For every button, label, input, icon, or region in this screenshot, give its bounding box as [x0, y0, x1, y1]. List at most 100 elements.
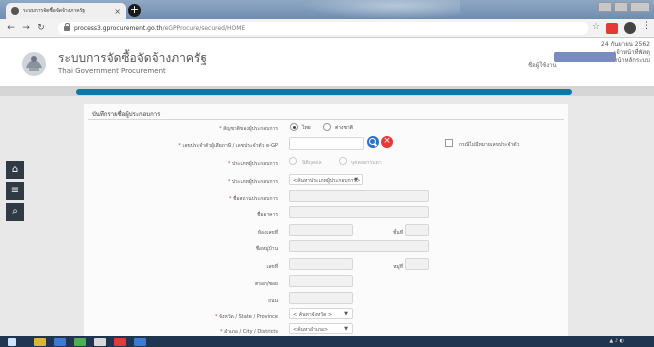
nationality-foreign-label: ต่างชาติ — [335, 125, 353, 131]
nationality-thai-radio[interactable] — [290, 123, 298, 131]
maximize-button[interactable] — [614, 2, 628, 12]
os-taskbar: ▲ ♪ ◐ — [0, 336, 654, 347]
forward-arrow-icon[interactable]: → — [22, 23, 30, 33]
no-taxid-label: กรณีไม่มีหมายเลขประจำตัว — [459, 142, 520, 148]
home-icon: ⌂ — [11, 164, 19, 175]
floor-input[interactable] — [405, 224, 429, 236]
clear-taxid-button[interactable]: × — [381, 136, 393, 148]
building-input[interactable] — [289, 206, 429, 218]
chevron-down-icon: ▼ — [344, 311, 348, 317]
search-button[interactable]: ⌕ — [6, 203, 24, 221]
minimize-button[interactable] — [598, 2, 612, 12]
browser-menu-icon[interactable]: ⋮ — [642, 21, 651, 31]
header-username-label: ชื่อผู้ใช้งาน — [528, 62, 557, 69]
province-select[interactable]: < ค้นหาจังหวัด > ▼ — [289, 308, 353, 319]
browser-toolbar: ← → ↻ process3.gprocurement.go.th/eGPPro… — [0, 19, 654, 38]
business-name-label-text: ชื่อสถานประกอบการ — [233, 196, 278, 202]
taskbar-app-icon[interactable] — [34, 338, 46, 346]
business-name-label: * ชื่อสถานประกอบการ — [228, 196, 278, 202]
header-accent-bar — [76, 89, 572, 95]
address-url: process3.gprocurement.go.th/eGPProcure/s… — [74, 25, 245, 32]
nationality-thai-label: ไทย — [302, 125, 311, 131]
site-favicon-icon — [11, 7, 19, 15]
taskbar-app-icon[interactable] — [134, 338, 146, 346]
moo-input[interactable] — [405, 258, 429, 270]
province-label: * จังหวัด / State / Province — [214, 314, 278, 320]
url-host: process3.gprocurement.go.th — [74, 25, 163, 32]
business-name-input[interactable] — [289, 190, 429, 202]
browser-tab-title: ระบบการจัดซื้อจัดจ้างภาครัฐ — [23, 8, 86, 14]
district-select-value: <ค้นหาอำเภอ> — [293, 327, 329, 333]
juristic-person-label: นิติบุคคล — [302, 160, 322, 166]
building-label: ชื่ออาคาร — [256, 212, 278, 218]
site-subtitle: Thai Government Procurement — [58, 67, 166, 75]
bookmark-star-icon[interactable]: ☆ — [592, 22, 600, 32]
nationality-foreign-radio[interactable] — [323, 123, 331, 131]
extension-icon[interactable] — [606, 23, 618, 34]
person-type-label-text: ประเภทผู้ประกอบการ — [231, 161, 278, 167]
district-label-text: อำเภอ / City / Districts — [224, 329, 278, 335]
chevron-down-icon: ▼ — [344, 326, 348, 332]
address-number-label: เลขที่ — [266, 264, 279, 270]
taskbar-app-icon[interactable] — [94, 338, 106, 346]
system-tray-icons[interactable]: ▲ ♪ ◐ — [609, 338, 624, 344]
address-number-input[interactable] — [289, 258, 353, 270]
close-window-button[interactable] — [630, 2, 650, 12]
room-number-label: ห้องเลขที่ — [257, 230, 278, 236]
vendor-type-select-value: <ค้นหาประเภทผู้ประกอบการ> — [293, 178, 361, 184]
header-date: 24 กันยายน 2562 — [601, 41, 650, 48]
nationality-label-text: สัญชาติของผู้ประกอบการ — [223, 126, 278, 132]
road-input[interactable] — [289, 292, 353, 304]
soi-label: ตรอก/ซอย — [255, 281, 278, 287]
vendor-type-select[interactable]: <ค้นหาประเภทผู้ประกอบการ> ▼ — [289, 174, 363, 185]
juristic-person-radio[interactable] — [289, 157, 297, 165]
chevron-down-icon: ▼ — [354, 177, 358, 183]
header-user-pill[interactable] — [554, 52, 616, 62]
back-arrow-icon[interactable]: ← — [7, 23, 15, 33]
vendor-type-label: * ประเภทผู้ประกอบการ — [227, 179, 278, 185]
taxid-input[interactable] — [289, 137, 364, 150]
district-select[interactable]: <ค้นหาอำเภอ> ▼ — [289, 323, 353, 334]
home-button[interactable]: ⌂ — [6, 161, 24, 179]
soi-input[interactable] — [289, 275, 353, 287]
window-controls — [598, 2, 650, 12]
browser-tab[interactable]: ระบบการจัดซื้อจัดจ้างภาครัฐ × — [6, 3, 126, 19]
province-select-value: < ค้นหาจังหวัด > — [293, 312, 333, 318]
ordinary-person-radio[interactable] — [339, 157, 347, 165]
site-title: ระบบการจัดซื้อจัดจ้างภาครัฐ — [58, 51, 207, 65]
menu-icon: ≡ — [10, 185, 20, 196]
floor-label: ชั้นที่ — [392, 230, 403, 236]
no-taxid-checkbox[interactable] — [445, 139, 453, 147]
form-title: บันทึกรายชื่อผู้ประกอบการ — [92, 111, 161, 118]
lock-icon — [64, 23, 70, 31]
start-button[interactable] — [8, 338, 16, 346]
menu-button[interactable]: ≡ — [6, 182, 24, 200]
ordinary-person-label: บุคคลธรรมดา — [351, 160, 382, 166]
form-title-divider — [88, 119, 564, 120]
reload-icon[interactable]: ↻ — [37, 23, 45, 33]
taxid-label: * เลขประจำตัวผู้เสียภาษี / เลขประจำตัว e… — [178, 143, 278, 149]
province-label-text: จังหวัด / State / Province — [219, 314, 278, 320]
moo-label: หมู่ที่ — [393, 264, 403, 270]
search-taxid-button[interactable] — [367, 136, 379, 148]
village-input[interactable] — [289, 240, 429, 252]
taxid-label-text: เลขประจำตัวผู้เสียภาษี / เลขประจำตัว e-G… — [182, 143, 278, 149]
government-seal-logo-icon — [22, 52, 46, 76]
nationality-label: * สัญชาติของผู้ประกอบการ — [219, 126, 278, 132]
room-number-input[interactable] — [289, 224, 353, 236]
close-tab-icon[interactable]: × — [114, 7, 121, 16]
person-type-label: * ประเภทผู้ประกอบการ — [227, 161, 278, 167]
village-label: ชื่อหมู่บ้าน — [255, 246, 278, 252]
profile-avatar-icon[interactable] — [624, 22, 636, 34]
taskbar-app-icon[interactable] — [114, 338, 126, 346]
address-bar[interactable]: process3.gprocurement.go.th/eGPProcure/s… — [58, 22, 588, 35]
search-icon: ⌕ — [12, 206, 18, 217]
url-path: /eGPProcure/secured/HOME — [162, 25, 246, 32]
taskbar-app-icon[interactable] — [74, 338, 86, 346]
district-label: * อำเภอ / City / Districts — [219, 329, 278, 335]
browser-tabstrip: ระบบการจัดซื้อจัดจ้างภาครัฐ × + — [0, 0, 654, 19]
taskbar-app-icon[interactable] — [54, 338, 66, 346]
road-label: ถนน — [268, 298, 278, 304]
new-tab-button[interactable]: + — [128, 4, 141, 17]
vendor-type-label-text: ประเภทผู้ประกอบการ — [231, 179, 278, 185]
